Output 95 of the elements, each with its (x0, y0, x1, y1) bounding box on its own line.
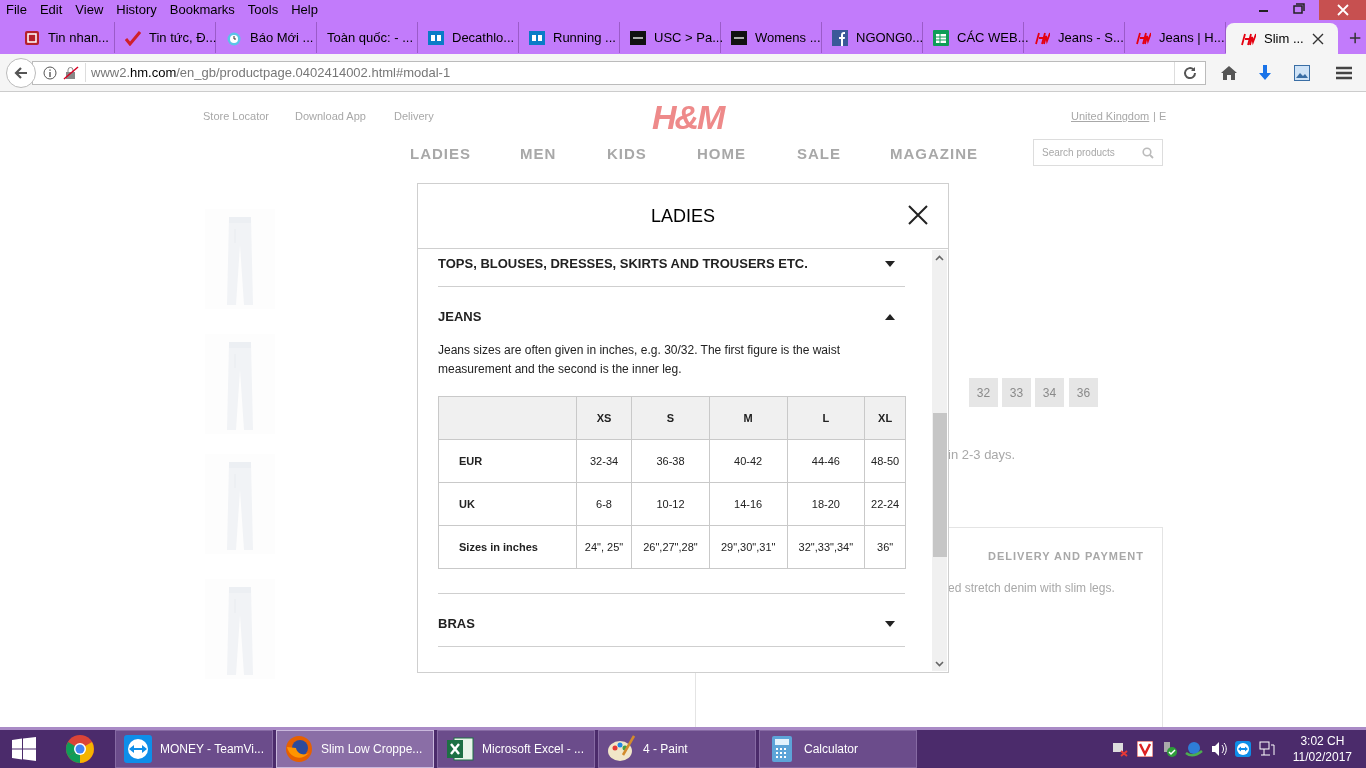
section-text: Jeans sizes are often given in inches, e.g. 30/32. The first figure is the waist measurement and the second is the inner leg. (438, 342, 841, 378)
menu-item[interactable]: Tools (247, 0, 279, 20)
url-text: www2.hm.com/en_gb/productpage.0402414002.html#modal-1 (85, 62, 451, 83)
accordion-header[interactable]: JEANS (438, 295, 905, 339)
table-cell: 32",33",34" (787, 525, 865, 569)
network-icon[interactable] (1258, 741, 1275, 757)
taskbar-button[interactable]: Calculator (759, 730, 917, 768)
table-cell: 6-8 (576, 482, 632, 526)
v-logo-icon[interactable] (1136, 741, 1153, 757)
row-header: UK (438, 482, 577, 526)
browser-tab[interactable]: Toàn quốc: - ... (317, 22, 418, 53)
browser-tab[interactable]: Running ... (519, 22, 620, 53)
menu-item[interactable]: History (116, 0, 157, 20)
accordion-header[interactable]: TOPS, BLOUSES, DRESSES, SKIRTS AND TROUSERS ETC. (438, 249, 905, 286)
excel-icon (446, 735, 474, 763)
info-icon[interactable] (43, 65, 57, 80)
teamviewer-icon[interactable] (1234, 741, 1251, 757)
table-cell: 24", 25" (576, 525, 632, 569)
windows-start-icon[interactable] (12, 737, 36, 761)
modal-title: LADIES (651, 204, 715, 228)
row-header: Sizes in inches (438, 525, 577, 569)
clock-time[interactable]: 3:02 CH (1300, 733, 1345, 749)
product-description: ed stretch denim with slim legs. (948, 580, 1115, 597)
delivery-note: in 2-3 days. (948, 446, 1016, 464)
browser-tab[interactable]: Decathlo... (418, 22, 519, 53)
browser-tab[interactable]: Báo Mới ... (216, 22, 317, 53)
column-header: L (787, 396, 865, 440)
close-icon[interactable] (1311, 32, 1324, 45)
picture-icon[interactable] (1294, 64, 1310, 81)
insecure-lock-icon[interactable] (63, 65, 79, 80)
close-icon[interactable] (908, 205, 928, 225)
column-header: M (709, 396, 787, 440)
scrollbar[interactable] (932, 250, 947, 671)
scroll-down-icon[interactable] (935, 661, 944, 667)
taskbar-button[interactable]: Microsoft Excel - ... (437, 730, 595, 768)
back-arrow-icon (13, 64, 29, 81)
menu-item[interactable]: Help (291, 0, 318, 20)
site-icon (933, 29, 949, 46)
table-cell: 29",30",31" (709, 525, 787, 569)
search-icon (1142, 146, 1154, 159)
site-icon (832, 29, 848, 46)
network-error-icon[interactable] (1110, 741, 1129, 757)
row-header: EUR (438, 439, 577, 483)
table-cell: 10-12 (631, 482, 710, 526)
menu-icon[interactable] (1335, 64, 1353, 81)
table-cell: 48-50 (864, 439, 906, 483)
menu-item[interactable]: Edit (39, 0, 63, 20)
taskbar-button[interactable]: MONEY - TeamVi... (115, 730, 273, 768)
site-icon (630, 29, 646, 46)
firefox-icon (285, 735, 313, 763)
site-icon (731, 29, 747, 46)
close-icon (1336, 4, 1349, 16)
site-icon (529, 29, 545, 46)
chrome-icon[interactable] (65, 734, 95, 764)
back-button[interactable] (6, 57, 36, 88)
globe-icon[interactable] (1184, 741, 1203, 757)
region-text: | E (1153, 109, 1167, 124)
home-icon[interactable] (1220, 63, 1238, 82)
column-header: XL (864, 396, 906, 440)
browser-tab[interactable]: NGONG0... (822, 22, 923, 53)
menu-item[interactable]: File (6, 0, 27, 20)
table-cell: 22-24 (864, 482, 906, 526)
scrollbar-thumb[interactable] (932, 413, 947, 557)
table-cell: 18-20 (787, 482, 865, 526)
download-icon[interactable] (1256, 63, 1274, 82)
site-icon (428, 29, 444, 46)
site-icon (24, 29, 40, 46)
volume-icon[interactable] (1210, 741, 1227, 757)
table-cell: 14-16 (709, 482, 787, 526)
browser-tab[interactable]: Slim ... (1226, 23, 1338, 54)
table-cell: 44-46 (787, 439, 865, 483)
taskbar-button[interactable]: 4 - Paint (598, 730, 756, 768)
table-cell: 32-34 (576, 439, 632, 483)
browser-tab[interactable]: Tin nhan... (14, 22, 115, 53)
paint-icon (607, 735, 635, 763)
column-header: XS (576, 396, 632, 440)
address-field[interactable]: www2.hm.com/en_gb/productpage.0402414002.html#modal-1 (32, 60, 1206, 85)
browser-tab[interactable]: USC > Pa... (620, 22, 721, 53)
close-button[interactable] (1319, 0, 1366, 20)
browser-tab[interactable]: Tin tức, Đ... (115, 22, 216, 53)
column-header: S (631, 396, 710, 440)
table-cell: 26",27",28" (631, 525, 710, 569)
browser-tab[interactable]: Womens ... (721, 22, 822, 53)
reload-icon[interactable] (1183, 65, 1197, 80)
teamviewer-icon (124, 735, 152, 763)
table-cell: 36-38 (631, 439, 710, 483)
clock-date[interactable]: 11/02/2017 (1292, 749, 1352, 765)
taskbar-button[interactable]: Slim Low Croppe... (276, 730, 434, 768)
menu-item[interactable]: Bookmarks (169, 0, 235, 20)
site-icon (125, 29, 141, 46)
scroll-up-icon[interactable] (935, 255, 944, 261)
table-cell: 36" (864, 525, 906, 569)
accordion-header[interactable]: BRAS (438, 602, 905, 646)
menu-item[interactable]: View (75, 0, 104, 20)
table-cell: 40-42 (709, 439, 787, 483)
